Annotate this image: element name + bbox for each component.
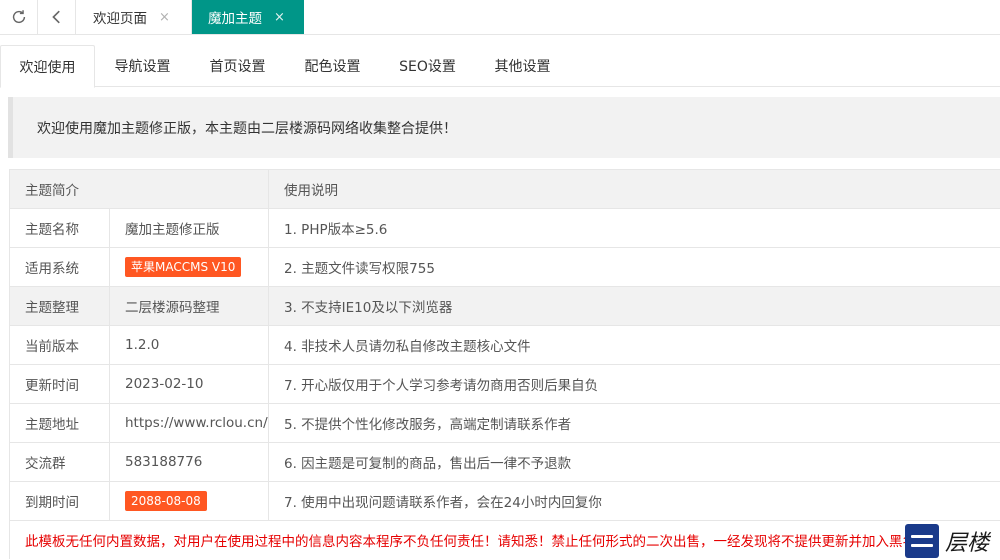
row-note: 6. 因主题是可复制的商品，售出后一律不予退款 — [268, 442, 1000, 482]
table-row: 当前版本 1.2.0 4. 非技术人员请勿私自修改主题核心文件 — [9, 325, 1000, 365]
table-row: 到期时间 2088-08-08 7. 使用中出现问题请联系作者，会在24小时内回… — [9, 481, 1000, 521]
row-value: 二层楼源码整理 — [109, 286, 269, 326]
settings-tabs: 欢迎使用 导航设置 首页设置 配色设置 SEO设置 其他设置 — [0, 35, 1000, 88]
table-row: 适用系统 苹果MACCMS V10 2. 主题文件读写权限755 — [9, 247, 1000, 287]
row-key: 主题地址 — [9, 403, 110, 443]
row-value: 2023-02-10 — [109, 364, 269, 404]
window-tab-mojia[interactable]: 魔加主题 × — [192, 0, 304, 34]
back-button[interactable] — [38, 0, 76, 34]
header-intro: 主题简介 — [9, 169, 269, 209]
window-tab-label: 魔加主题 — [208, 11, 262, 27]
notice-text: 欢迎使用魔加主题修正版，本主题由二层楼源码网络收集整合提供！ — [37, 120, 457, 137]
close-icon[interactable]: × — [274, 10, 285, 25]
row-note: 2. 主题文件读写权限755 — [268, 247, 1000, 287]
warning-row: 此模板无任何内置数据，对用户在使用过程中的信息内容本程序不负任何责任！请知悉！禁… — [9, 520, 1000, 559]
row-key: 当前版本 — [9, 325, 110, 365]
expiry-badge: 2088-08-08 — [125, 491, 207, 511]
system-badge: 苹果MACCMS V10 — [125, 257, 242, 277]
row-value-cell: 2088-08-08 — [109, 481, 269, 521]
table-row: 主题名称 魔加主题修正版 1. PHP版本≥5.6 — [9, 208, 1000, 248]
row-note: 3. 不支持IE10及以下浏览器 — [268, 286, 1000, 326]
table-row: 交流群 583188776 6. 因主题是可复制的商品，售出后一律不予退款 — [9, 442, 1000, 482]
site-logo: 层楼 — [905, 521, 1000, 560]
row-note: 1. PHP版本≥5.6 — [268, 208, 1000, 248]
window-tab-label: 欢迎页面 — [93, 11, 147, 27]
logo-mark-icon — [905, 523, 939, 558]
chevron-left-icon — [51, 10, 60, 24]
disclaimer-text: 此模板无任何内置数据，对用户在使用过程中的信息内容本程序不负任何责任！请知悉！禁… — [9, 520, 1000, 559]
tab-navigation[interactable]: 导航设置 — [95, 45, 190, 87]
tab-colors[interactable]: 配色设置 — [285, 45, 380, 87]
row-value: 583188776 — [109, 442, 269, 482]
row-value-cell: 苹果MACCMS V10 — [109, 247, 269, 287]
row-value: 1.2.0 — [109, 325, 269, 365]
table-row: 主题整理 二层楼源码整理 3. 不支持IE10及以下浏览器 — [9, 286, 1000, 326]
tab-homepage[interactable]: 首页设置 — [190, 45, 285, 87]
close-icon[interactable]: × — [159, 10, 170, 25]
refresh-button[interactable] — [0, 0, 38, 34]
row-note: 5. 不提供个性化修改服务，高端定制请联系作者 — [268, 403, 1000, 443]
row-value: https://www.rclou.cn/ — [109, 403, 269, 443]
row-note: 7. 使用中出现问题请联系作者，会在24小时内回复你 — [268, 481, 1000, 521]
row-key: 到期时间 — [9, 481, 110, 521]
row-key: 交流群 — [9, 442, 110, 482]
window-tab-welcome[interactable]: 欢迎页面 × — [77, 0, 192, 34]
logo-text: 层楼 — [945, 530, 990, 556]
welcome-notice: 欢迎使用魔加主题修正版，本主题由二层楼源码网络收集整合提供！ — [8, 97, 1000, 158]
table-row: 主题地址 https://www.rclou.cn/ 5. 不提供个性化修改服务… — [9, 403, 1000, 443]
row-value: 魔加主题修正版 — [109, 208, 269, 248]
tab-seo[interactable]: SEO设置 — [380, 45, 475, 87]
refresh-icon — [12, 10, 25, 24]
tab-welcome[interactable]: 欢迎使用 — [0, 45, 95, 88]
header-usage: 使用说明 — [268, 169, 1000, 209]
row-key: 主题名称 — [9, 208, 110, 248]
row-key: 更新时间 — [9, 364, 110, 404]
row-key: 主题整理 — [9, 286, 110, 326]
row-key: 适用系统 — [9, 247, 110, 287]
row-note: 4. 非技术人员请勿私自修改主题核心文件 — [268, 325, 1000, 365]
window-tab-bar: 欢迎页面 × 魔加主题 × — [0, 0, 1000, 35]
tab-other[interactable]: 其他设置 — [475, 45, 570, 87]
table-row: 更新时间 2023-02-10 7. 开心版仅用于个人学习参考请勿商用否则后果自… — [9, 364, 1000, 404]
table-header-row: 主题简介 使用说明 — [9, 169, 1000, 209]
theme-info-table: 主题简介 使用说明 主题名称 魔加主题修正版 1. PHP版本≥5.6 适用系统… — [9, 169, 1000, 559]
row-note: 7. 开心版仅用于个人学习参考请勿商用否则后果自负 — [268, 364, 1000, 404]
